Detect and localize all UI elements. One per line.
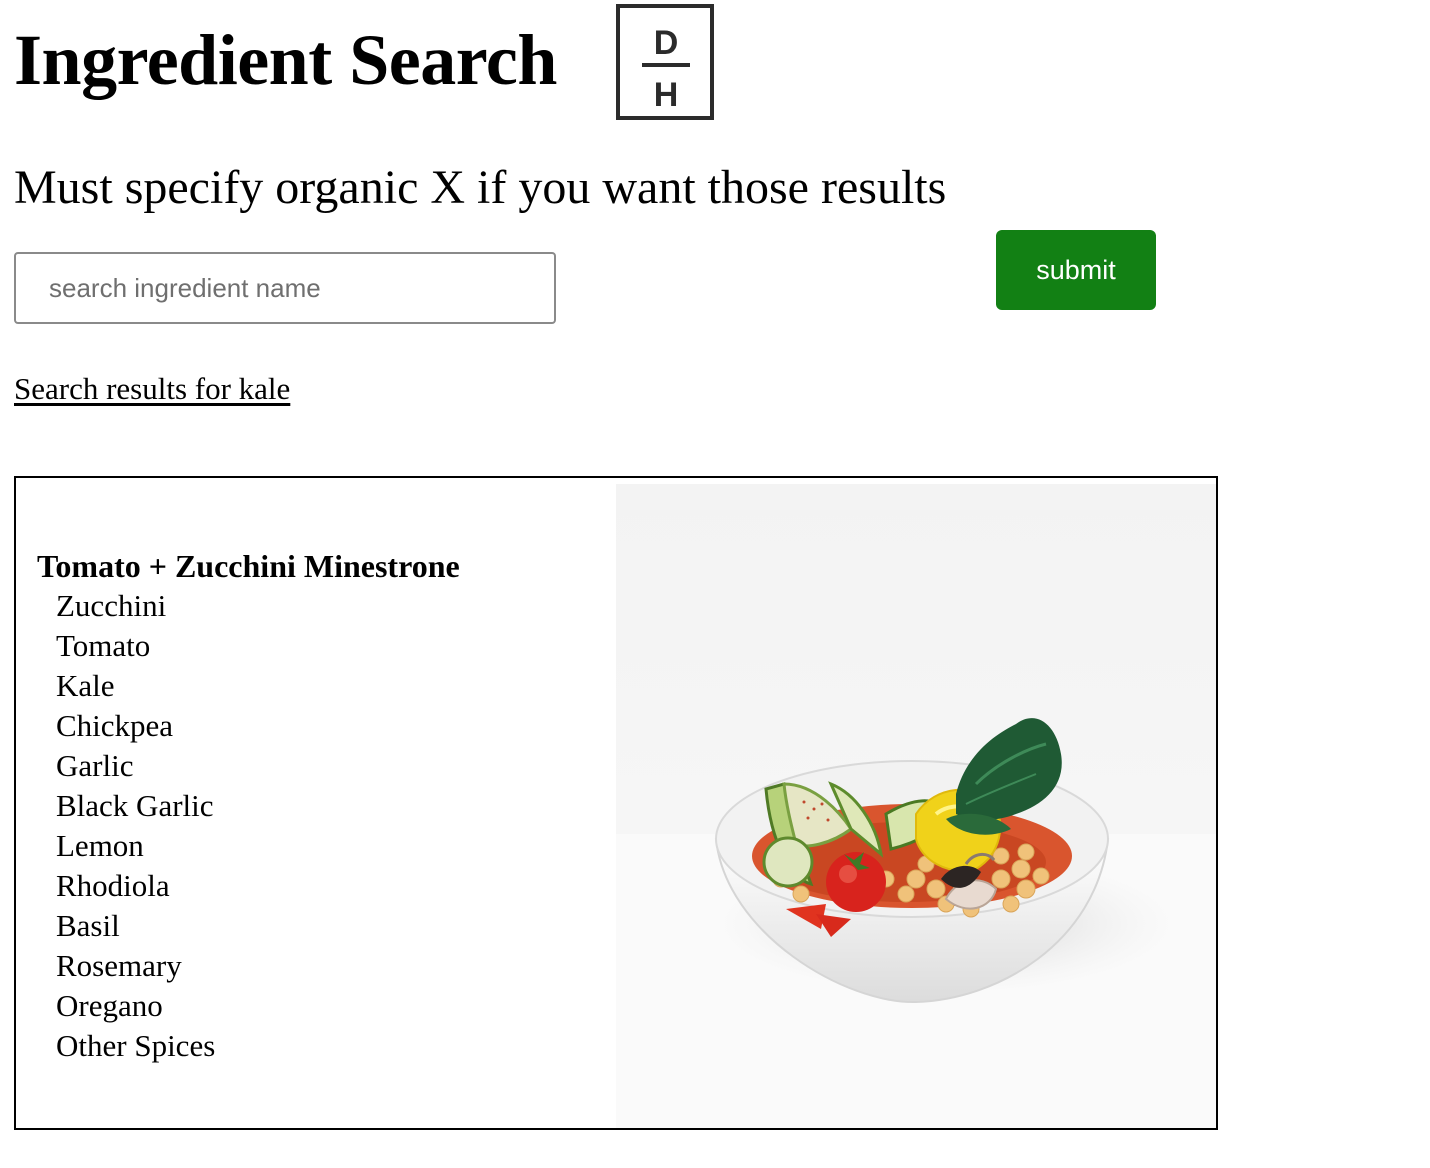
recipe-title: Tomato + Zucchini Minestrone xyxy=(37,548,460,584)
logo-letter-bottom: H xyxy=(654,76,679,114)
logo-divider xyxy=(642,63,690,67)
page: Ingredient Search D H Must specify organ… xyxy=(0,0,1430,1168)
ingredient-item: Garlic xyxy=(56,748,134,783)
ingredient-item: Rhodiola xyxy=(56,868,170,903)
ingredient-item: Oregano xyxy=(56,988,163,1023)
search-input[interactable] xyxy=(14,252,556,324)
ingredient-item: Kale xyxy=(56,668,115,703)
ingredient-item: Rosemary xyxy=(56,948,182,983)
recipe-card: Tomato + Zucchini Minestrone Zucchini To… xyxy=(14,476,1218,1130)
ingredient-item: Black Garlic xyxy=(56,788,214,823)
ingredient-item: Zucchini xyxy=(56,588,167,623)
ingredient-item: Lemon xyxy=(56,828,144,863)
ingredient-item: Basil xyxy=(56,908,120,943)
ingredient-item: Other Spices xyxy=(56,1028,216,1063)
ingredient-item: Tomato xyxy=(56,628,151,663)
page-title: Ingredient Search xyxy=(14,20,557,100)
dh-logo-mark: D H xyxy=(642,24,690,114)
logo-letter-top: D xyxy=(654,24,679,62)
search-results-link[interactable]: Search results for kale xyxy=(14,370,290,408)
recipe-photo xyxy=(616,484,1216,1128)
ingredient-item: Chickpea xyxy=(56,708,174,743)
ingredient-list: Zucchini Tomato Kale Chickpea Garlic Bla… xyxy=(56,586,215,1066)
submit-button[interactable]: submit xyxy=(996,230,1156,310)
dh-logo: D H xyxy=(616,4,714,120)
page-subtitle: Must specify organic X if you want those… xyxy=(14,161,947,214)
soup-bowl-illustration xyxy=(616,484,1216,1128)
